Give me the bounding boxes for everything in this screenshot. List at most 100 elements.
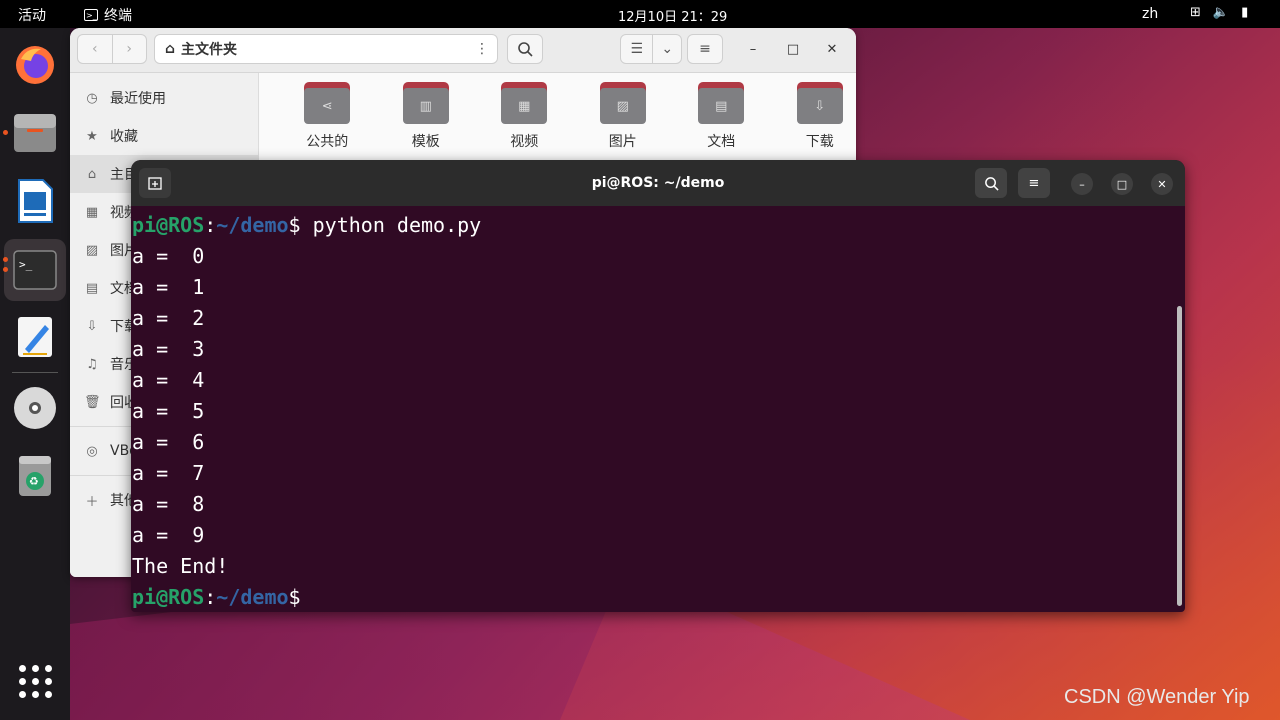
output-line: a = 4 bbox=[132, 368, 205, 392]
running-indicator bbox=[3, 267, 8, 272]
text-editor-icon bbox=[18, 317, 52, 357]
apps-grid-icon bbox=[32, 665, 39, 672]
close-button[interactable]: ✕ bbox=[1151, 173, 1173, 195]
search-icon bbox=[984, 176, 999, 191]
picture-icon: ▨ bbox=[85, 242, 99, 258]
output-line: a = 0 bbox=[132, 244, 205, 268]
dock-writer[interactable] bbox=[11, 177, 59, 225]
volume-icon: 🔈 bbox=[1212, 5, 1230, 20]
disc-icon bbox=[14, 387, 56, 429]
hamburger-icon: ≡ bbox=[699, 41, 711, 57]
home-icon: ⌂ bbox=[87, 166, 97, 182]
terminal-output[interactable]: pi@ROS:~/demo$ python demo.py a = 0 a = 1 a… bbox=[132, 210, 481, 612]
home-icon: ⌂ bbox=[165, 41, 176, 57]
file-manager-headerbar: ‹ › ⌂ 主文件夹 ⋮ ☰ ⌄ ≡ – □ ✕ bbox=[70, 28, 856, 73]
menu-button[interactable]: ≡ bbox=[1018, 168, 1050, 198]
dock: >_ ♻ bbox=[0, 28, 70, 720]
scrollbar[interactable] bbox=[1177, 306, 1182, 606]
apps-grid-icon bbox=[19, 678, 26, 685]
maximize-button[interactable]: □ bbox=[783, 40, 803, 60]
dock-trash[interactable]: ♻ bbox=[11, 452, 59, 500]
minimize-button[interactable]: – bbox=[743, 40, 763, 60]
trash-icon: 🗑 bbox=[84, 394, 101, 410]
dock-terminal[interactable]: >_ bbox=[4, 239, 66, 301]
output-line: a = 6 bbox=[132, 430, 205, 454]
clock-icon: ◷ bbox=[86, 90, 98, 106]
running-indicator bbox=[3, 257, 8, 262]
more-vertical-icon: ⋮ bbox=[475, 41, 489, 57]
folder-icon: ⋖ bbox=[304, 82, 351, 124]
files-icon bbox=[14, 114, 56, 152]
trash-icon: ♻ bbox=[19, 456, 51, 496]
folder-icon: ▤ bbox=[698, 82, 745, 124]
terminal-icon: >_ bbox=[84, 9, 98, 21]
active-app-menu[interactable]: >_ 终端 bbox=[84, 5, 132, 25]
sidebar-item-recent[interactable]: ◷ 最近使用 bbox=[70, 79, 258, 117]
output-line: The End! bbox=[132, 554, 229, 578]
system-tray[interactable]: ⊞ 🔈 ▮ bbox=[1190, 5, 1248, 20]
search-button[interactable] bbox=[975, 168, 1007, 198]
terminal-icon: >_ bbox=[13, 250, 57, 290]
apps-grid-icon bbox=[45, 665, 52, 672]
sidebar-item-starred[interactable]: ★ 收藏 bbox=[70, 117, 258, 155]
folder-videos[interactable]: ▦ 视频 bbox=[475, 82, 574, 151]
disc-icon: ◎ bbox=[86, 443, 98, 459]
path-bar[interactable]: ⌂ 主文件夹 bbox=[154, 34, 498, 64]
network-icon: ⊞ bbox=[1190, 5, 1201, 20]
show-apps-button[interactable] bbox=[19, 665, 52, 698]
output-line: a = 3 bbox=[132, 337, 205, 361]
output-line: a = 2 bbox=[132, 306, 205, 330]
active-app-name: 终端 bbox=[104, 8, 132, 24]
dock-separator bbox=[12, 372, 58, 373]
dock-disc[interactable] bbox=[11, 384, 59, 432]
folder-icon: ▨ bbox=[599, 82, 646, 124]
apps-grid-icon bbox=[45, 691, 52, 698]
folder-grid: ⋖ 公共的 ▥ 模板 ▦ 视频 ▨ 图片 ▤ 文档 ⇩ 下载 bbox=[278, 82, 856, 151]
folder-public[interactable]: ⋖ 公共的 bbox=[278, 82, 377, 151]
folder-downloads[interactable]: ⇩ 下载 bbox=[771, 82, 857, 151]
output-line: a = 5 bbox=[132, 399, 205, 423]
apps-grid-icon bbox=[45, 678, 52, 685]
activities-button[interactable]: 活动 bbox=[18, 5, 46, 25]
main-menu-button[interactable]: ≡ bbox=[687, 34, 723, 64]
star-icon: ★ bbox=[86, 128, 98, 144]
maximize-button[interactable]: □ bbox=[1111, 173, 1133, 195]
writer-icon bbox=[18, 179, 53, 223]
output-line: a = 8 bbox=[132, 492, 205, 516]
folder-pictures[interactable]: ▨ 图片 bbox=[574, 82, 673, 151]
view-options: ☰ ⌄ bbox=[620, 34, 682, 64]
forward-button[interactable]: › bbox=[112, 41, 146, 57]
running-indicator bbox=[3, 130, 8, 135]
output-line: a = 1 bbox=[132, 275, 205, 299]
svg-text:>_: >_ bbox=[19, 258, 33, 271]
terminal-window: pi@ROS: ~/demo ≡ – □ ✕ pi@ROS:~/demo$ py… bbox=[131, 160, 1185, 612]
chevron-down-icon[interactable]: ⌄ bbox=[653, 41, 681, 57]
clock[interactable]: 12月10日 21：29 bbox=[618, 6, 727, 25]
svg-text:♻: ♻ bbox=[29, 475, 39, 488]
search-button[interactable] bbox=[507, 34, 543, 64]
dock-firefox[interactable] bbox=[11, 41, 59, 89]
document-icon: ▤ bbox=[85, 280, 99, 296]
dock-text-editor[interactable] bbox=[11, 313, 59, 361]
folder-templates[interactable]: ▥ 模板 bbox=[377, 82, 476, 151]
folder-icon: ▦ bbox=[501, 82, 548, 124]
path-menu-button[interactable]: ⋮ bbox=[465, 34, 499, 64]
top-bar: 活动 >_ 终端 12月10日 21：29 zh ⊞ 🔈 ▮ bbox=[0, 0, 1280, 28]
folder-documents[interactable]: ▤ 文档 bbox=[672, 82, 771, 151]
command-line: pi@ROS:~/demo$ python demo.py bbox=[132, 213, 482, 237]
dock-files[interactable] bbox=[11, 109, 59, 157]
nav-buttons: ‹ › bbox=[77, 34, 147, 64]
close-button[interactable]: ✕ bbox=[822, 40, 842, 60]
output-line: a = 7 bbox=[132, 461, 205, 485]
input-method-indicator[interactable]: zh bbox=[1142, 6, 1158, 22]
prompt-line: pi@ROS:~/demo$ bbox=[132, 585, 301, 609]
minimize-button[interactable]: – bbox=[1071, 173, 1093, 195]
back-button[interactable]: ‹ bbox=[78, 41, 112, 57]
firefox-icon bbox=[16, 46, 54, 84]
list-view-button[interactable]: ☰ bbox=[621, 41, 652, 57]
search-icon bbox=[518, 42, 533, 57]
battery-icon: ▮ bbox=[1241, 5, 1249, 20]
output-line: a = 9 bbox=[132, 523, 205, 547]
music-icon: ♫ bbox=[86, 356, 98, 372]
watermark: CSDN @Wender Yip bbox=[1064, 686, 1250, 708]
